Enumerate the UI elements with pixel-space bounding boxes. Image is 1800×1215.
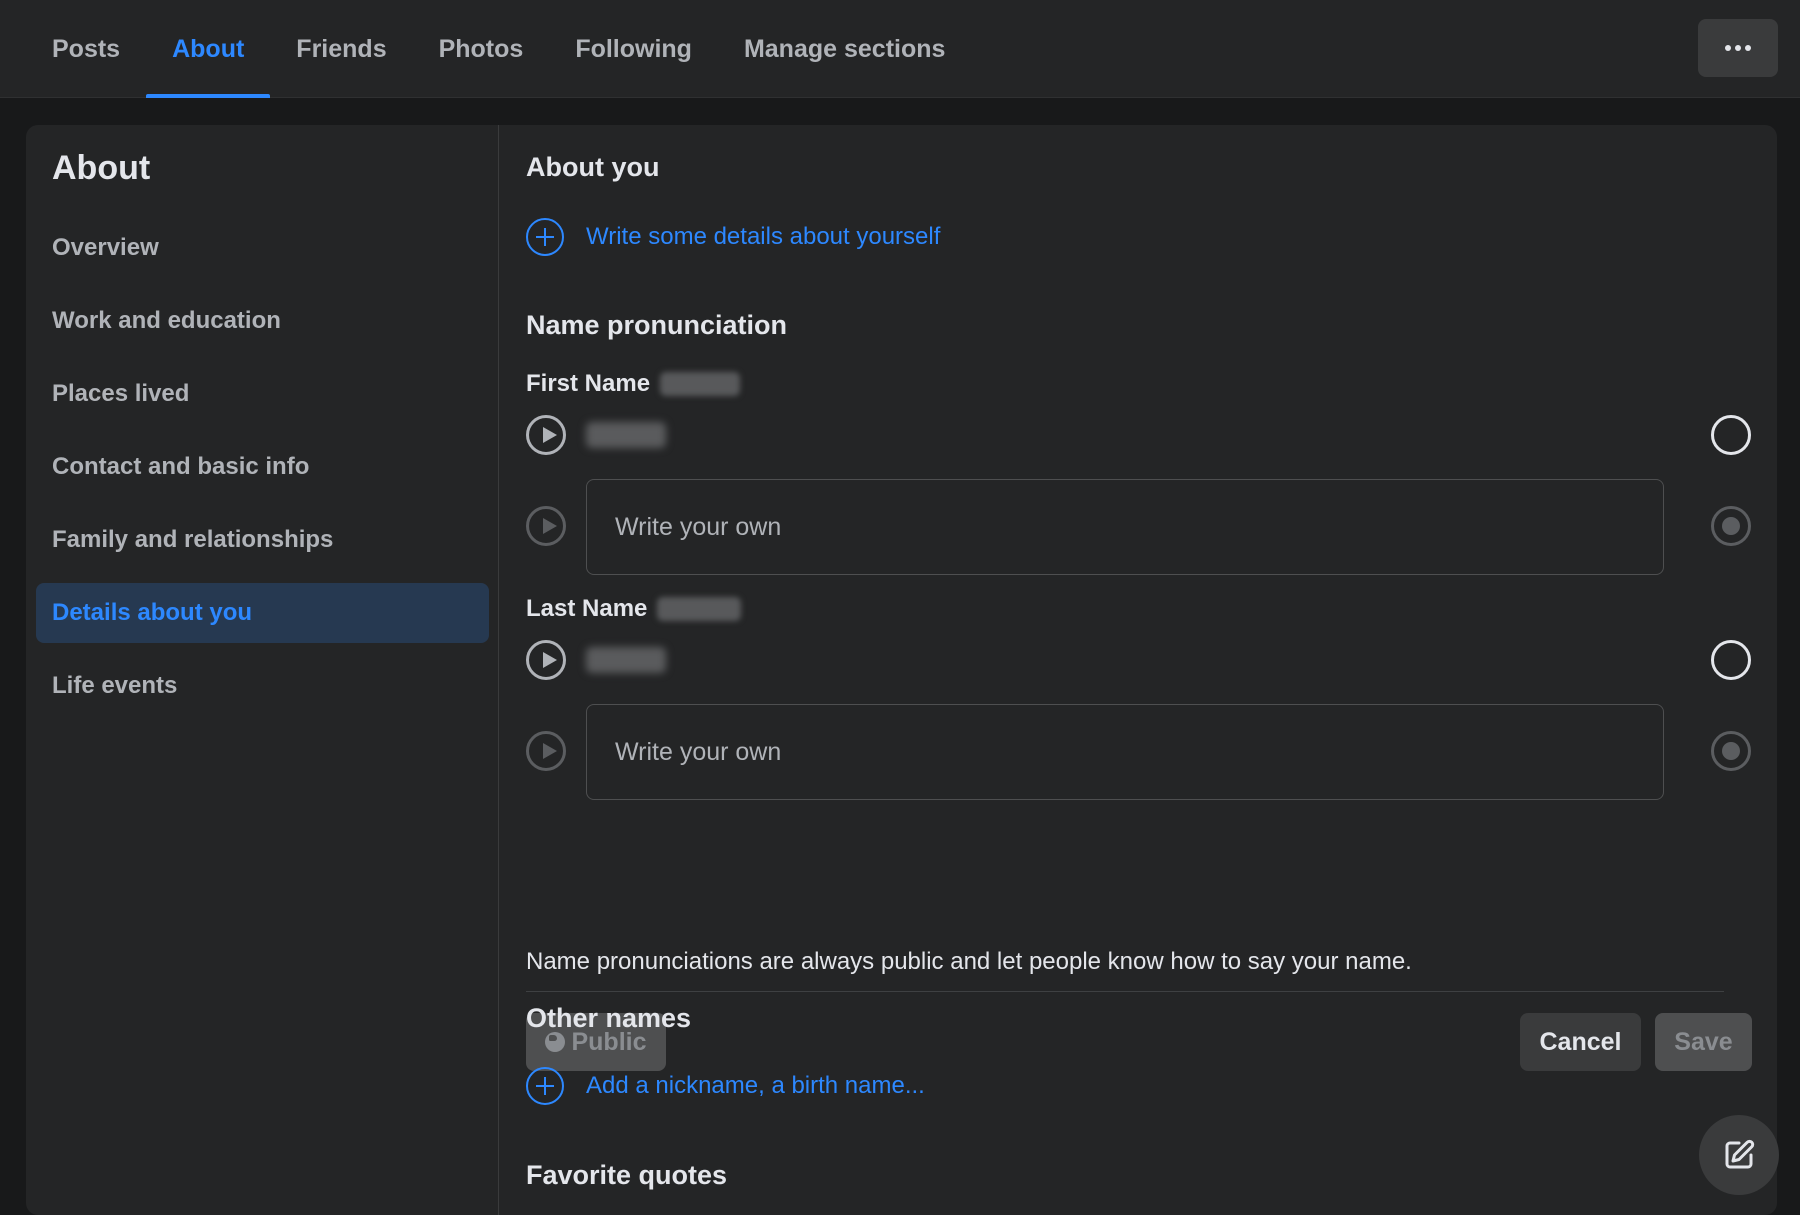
play-last-name-custom-icon[interactable] [526, 731, 566, 771]
details-content: About you Write some details about yours… [526, 125, 1752, 1215]
tab-about[interactable]: About [146, 0, 271, 98]
last-name-write-own-input[interactable] [586, 704, 1664, 800]
first-name-write-own-input[interactable] [586, 479, 1664, 575]
favorite-quotes-heading: Favorite quotes [526, 1160, 728, 1190]
last-name-label: Last Name [526, 595, 742, 623]
redacted-last-name-suggestion [586, 647, 666, 673]
sidebar-item-work-and-education[interactable]: Work and education [36, 291, 489, 351]
form-divider [526, 991, 1724, 992]
tab-following[interactable]: Following [549, 0, 718, 98]
sidebar-title: About [52, 149, 151, 187]
sidebar-item-details-about-you[interactable]: Details about you [36, 583, 489, 643]
last-name-suggestion-radio[interactable] [1711, 640, 1751, 680]
add-nickname-label: Add a nickname, a birth name... [586, 1072, 925, 1099]
first-name-suggestion-radio[interactable] [1711, 415, 1751, 455]
pronunciation-note: Name pronunciations are always public an… [526, 948, 1412, 975]
about-you-heading: About you [526, 152, 660, 182]
tab-friends[interactable]: Friends [270, 0, 412, 98]
first-name-custom-radio[interactable] [1711, 506, 1751, 546]
sidebar-item-contact-and-basic-info[interactable]: Contact and basic info [36, 437, 489, 497]
first-name-label: First Name [526, 370, 741, 398]
redacted-first-name [660, 372, 741, 396]
more-options-button[interactable] [1698, 19, 1778, 77]
profile-tab-bar: Posts About Friends Photos Following Man… [0, 0, 1800, 98]
compose-button[interactable] [1699, 1115, 1779, 1195]
about-card: About Overview Work and education Places… [26, 125, 1777, 1215]
cancel-button[interactable]: Cancel [1520, 1013, 1641, 1071]
save-button[interactable]: Save [1655, 1013, 1752, 1071]
play-first-name-custom-icon[interactable] [526, 506, 566, 546]
name-pronunciation-heading: Name pronunciation [526, 310, 788, 340]
sidebar-item-family-and-relationships[interactable]: Family and relationships [36, 510, 489, 570]
globe-icon [545, 1032, 566, 1052]
sidebar-item-overview[interactable]: Overview [36, 218, 489, 278]
profile-tabs: Posts About Friends Photos Following Man… [26, 0, 971, 98]
about-sidebar: About Overview Work and education Places… [26, 125, 499, 1215]
sidebar-item-life-events[interactable]: Life events [36, 656, 489, 716]
last-name-custom-radio[interactable] [1711, 731, 1751, 771]
sidebar-nav: Overview Work and education Places lived… [36, 218, 489, 729]
edit-icon [1725, 1139, 1755, 1169]
write-details-label: Write some details about yourself [586, 223, 941, 250]
redacted-last-name [657, 597, 742, 621]
other-names-title: Other names [526, 1003, 692, 1033]
redacted-first-name-suggestion [586, 422, 666, 448]
last-name-label-text: Last Name [526, 595, 648, 622]
write-details-link[interactable]: Write some details about yourself [526, 218, 940, 256]
sidebar-item-places-lived[interactable]: Places lived [36, 364, 489, 424]
tab-manage-sections[interactable]: Manage sections [718, 0, 971, 98]
add-nickname-link[interactable]: Add a nickname, a birth name... [526, 1067, 925, 1105]
play-last-name-suggestion-icon[interactable] [526, 640, 566, 680]
add-circle-icon [526, 218, 564, 256]
more-horizontal-icon [1725, 45, 1751, 51]
tab-posts[interactable]: Posts [26, 0, 146, 98]
first-name-label-text: First Name [526, 370, 651, 397]
add-circle-icon [526, 1067, 564, 1105]
play-first-name-suggestion-icon[interactable] [526, 415, 566, 455]
tab-photos[interactable]: Photos [413, 0, 550, 98]
